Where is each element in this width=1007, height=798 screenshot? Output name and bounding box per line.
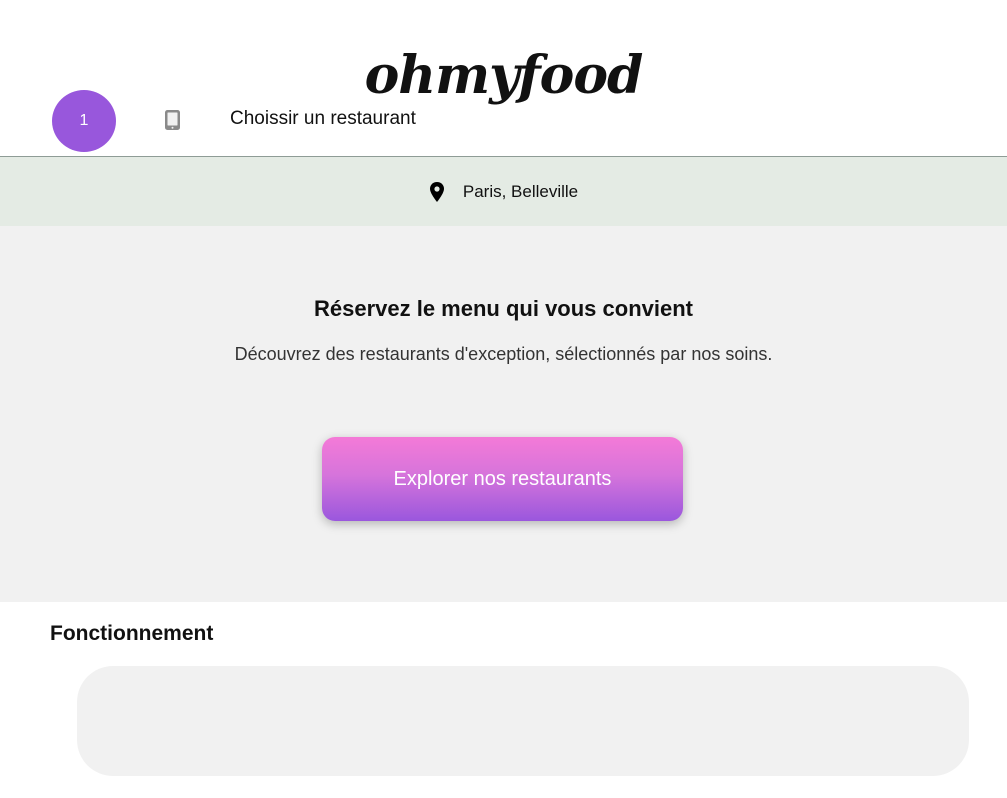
step-number-badge: 1 xyxy=(52,90,116,152)
mobile-phone-icon xyxy=(165,110,180,130)
hero-section: Réservez le menu qui vous convient Décou… xyxy=(0,226,1007,602)
map-pin-icon xyxy=(429,181,444,202)
section-title: Fonctionnement xyxy=(50,622,214,645)
explore-restaurants-button[interactable]: Explorer nos restaurants xyxy=(322,437,683,521)
step-card xyxy=(77,666,969,776)
logo[interactable]: ohmyfood xyxy=(365,45,644,106)
site-header: ohmyfood xyxy=(0,0,1007,156)
hero-title: Réservez le menu qui vous convient xyxy=(313,296,693,321)
hero-subtitle: Découvrez des restaurants d'exception, s… xyxy=(234,344,773,364)
how-it-works-section: Fonctionnement xyxy=(0,602,1007,798)
step-label: Choissir un restaurant xyxy=(230,108,416,129)
location-bar: Paris, Belleville xyxy=(0,156,1007,226)
location-text: Paris, Belleville xyxy=(462,181,579,201)
